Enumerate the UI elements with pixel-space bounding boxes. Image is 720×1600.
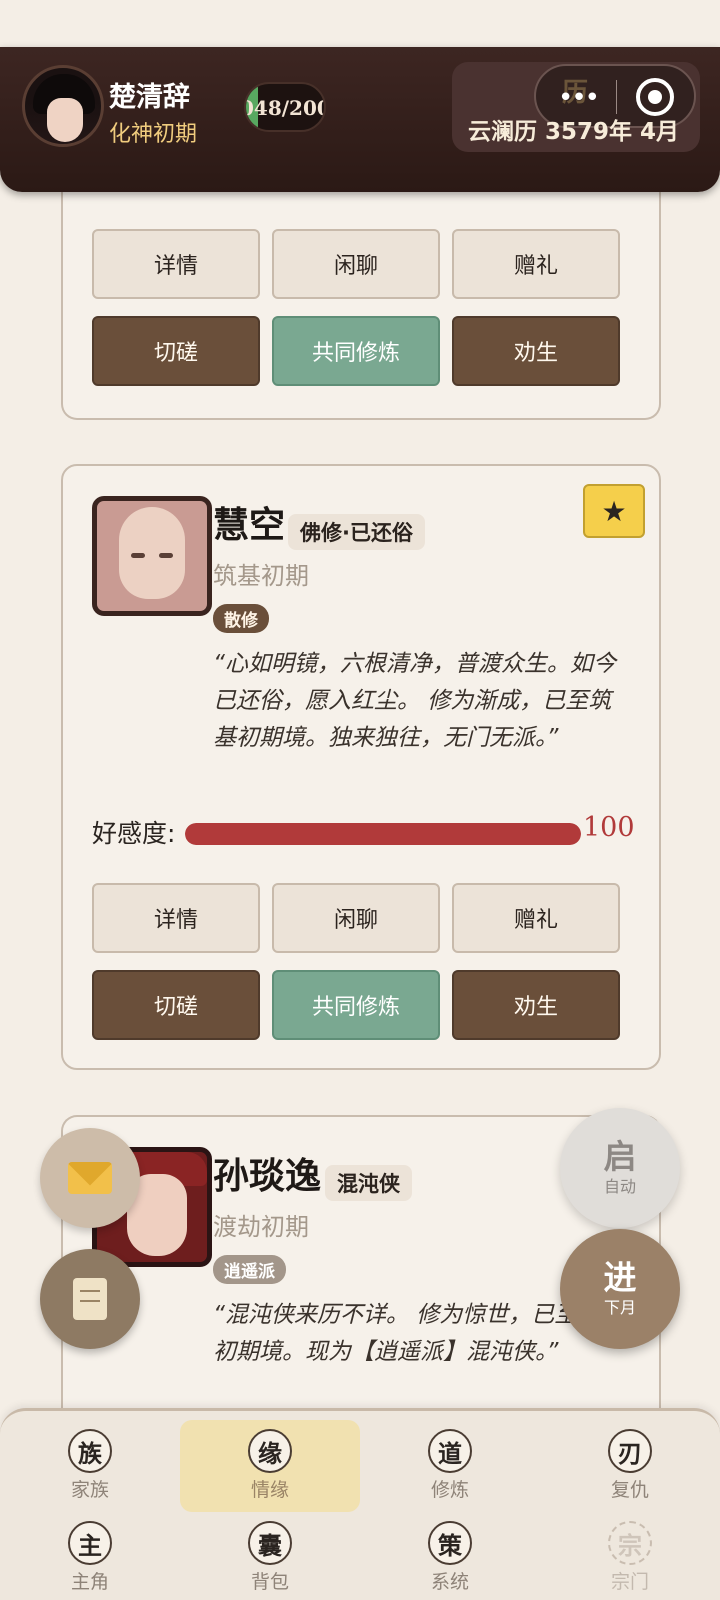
- npc-quote: “心如明镜，六根清净，普渡众生。如今已还俗，愿入红尘。 修为渐成，已至筑基初期境…: [213, 651, 616, 751]
- hp-text: 048/2000: [244, 96, 324, 120]
- nav-label: 情缘: [250, 1479, 289, 1501]
- npc-avatar[interactable]: [92, 496, 212, 616]
- cultivate-together-button[interactable]: 共同修炼: [272, 970, 440, 1040]
- favor-bar: [185, 823, 581, 845]
- more-dots-icon[interactable]: •••: [558, 83, 600, 113]
- favor-bar-fill: [185, 823, 581, 845]
- nav-label: 家族: [70, 1479, 109, 1501]
- nav-system[interactable]: 策 系统: [360, 1511, 540, 1600]
- nav-label: 宗门: [610, 1571, 649, 1593]
- persuade-button[interactable]: 劝生: [452, 316, 620, 386]
- nav-label: 背包: [250, 1571, 289, 1593]
- revenge-icon: 刃: [608, 1429, 652, 1473]
- scroll-log-button[interactable]: [40, 1249, 140, 1349]
- nav-family[interactable]: 族 家族: [0, 1419, 180, 1511]
- sect-icon: 宗: [608, 1521, 652, 1565]
- auto-label: 自动: [603, 1177, 636, 1196]
- romance-icon: 缘: [248, 1429, 292, 1473]
- nav-sect[interactable]: 宗 宗门: [540, 1511, 720, 1600]
- nav-label: 系统: [430, 1571, 469, 1593]
- npc-sect-badge: 逍遥派: [213, 1255, 286, 1284]
- family-icon: 族: [68, 1429, 112, 1473]
- gift-button[interactable]: 赠礼: [452, 229, 620, 299]
- auto-play-button[interactable]: 启 自动: [560, 1108, 680, 1228]
- bottom-nav: 族 家族 缘 情缘 道 修炼 刃 复仇 主 主角 囊 背包 策 系统 宗 宗门: [0, 1408, 720, 1600]
- auto-glyph: 启: [603, 1137, 637, 1176]
- gift-button[interactable]: 赠礼: [452, 883, 620, 953]
- nav-label: 修炼: [430, 1479, 469, 1501]
- bag-icon: 囊: [248, 1521, 292, 1565]
- nav-label: 复仇: [610, 1479, 649, 1501]
- capsule-divider: [616, 80, 617, 114]
- favor-value: 100: [583, 812, 635, 843]
- npc-realm: 渡劫初期: [213, 1213, 309, 1241]
- npc-title-tag: 混沌侠: [325, 1165, 412, 1201]
- nav-romance[interactable]: 缘 情缘: [180, 1419, 360, 1512]
- cultivate-together-button[interactable]: 共同修炼: [272, 316, 440, 386]
- protagonist-icon: 主: [68, 1521, 112, 1565]
- npc-realm: 筑基初期: [213, 562, 309, 590]
- persuade-button[interactable]: 劝生: [452, 970, 620, 1040]
- next-month-button[interactable]: 进 下月: [560, 1229, 680, 1349]
- nav-cultivation[interactable]: 道 修炼: [360, 1419, 540, 1511]
- nav-label: 主角: [70, 1571, 109, 1593]
- nav-revenge[interactable]: 刃 复仇: [540, 1419, 720, 1511]
- chat-button[interactable]: 闲聊: [272, 883, 440, 953]
- next-label: 下月: [603, 1298, 636, 1317]
- favorite-star-button[interactable]: ★: [583, 484, 645, 538]
- cultivation-icon: 道: [428, 1429, 472, 1473]
- next-glyph: 进: [603, 1258, 637, 1297]
- spar-button[interactable]: 切磋: [92, 316, 260, 386]
- details-button[interactable]: 详情: [92, 229, 260, 299]
- npc-sect-badge: 散修: [213, 604, 269, 633]
- star-icon: ★: [601, 494, 627, 528]
- hp-bar: 048/2000: [244, 82, 326, 132]
- system-icon: 策: [428, 1521, 472, 1565]
- spar-button[interactable]: 切磋: [92, 970, 260, 1040]
- player-name: 楚清辞: [109, 82, 190, 113]
- calendar-date: 云澜历 3579年 4月: [468, 119, 680, 145]
- mail-button[interactable]: [40, 1128, 140, 1228]
- scroll-icon: [73, 1278, 107, 1320]
- envelope-icon: [68, 1162, 112, 1194]
- target-circle-icon[interactable]: [636, 78, 674, 116]
- npc-title-tag: 佛修·已还俗: [288, 514, 425, 550]
- npc-card-huikong: 慧空 佛修·已还俗 筑基初期 散修 “心如明镜，六根清净，普渡众生。如今已还俗，…: [61, 464, 661, 1070]
- player-avatar[interactable]: [22, 65, 104, 147]
- npc-name: 慧空: [213, 505, 286, 546]
- favor-label: 好感度:: [92, 819, 176, 848]
- player-realm: 化神初期: [109, 122, 198, 147]
- nav-protagonist[interactable]: 主 主角: [0, 1511, 180, 1600]
- details-button[interactable]: 详情: [92, 883, 260, 953]
- chat-button[interactable]: 闲聊: [272, 229, 440, 299]
- npc-name: 孙琰逸: [213, 1156, 322, 1197]
- nav-bag[interactable]: 囊 背包: [180, 1511, 360, 1600]
